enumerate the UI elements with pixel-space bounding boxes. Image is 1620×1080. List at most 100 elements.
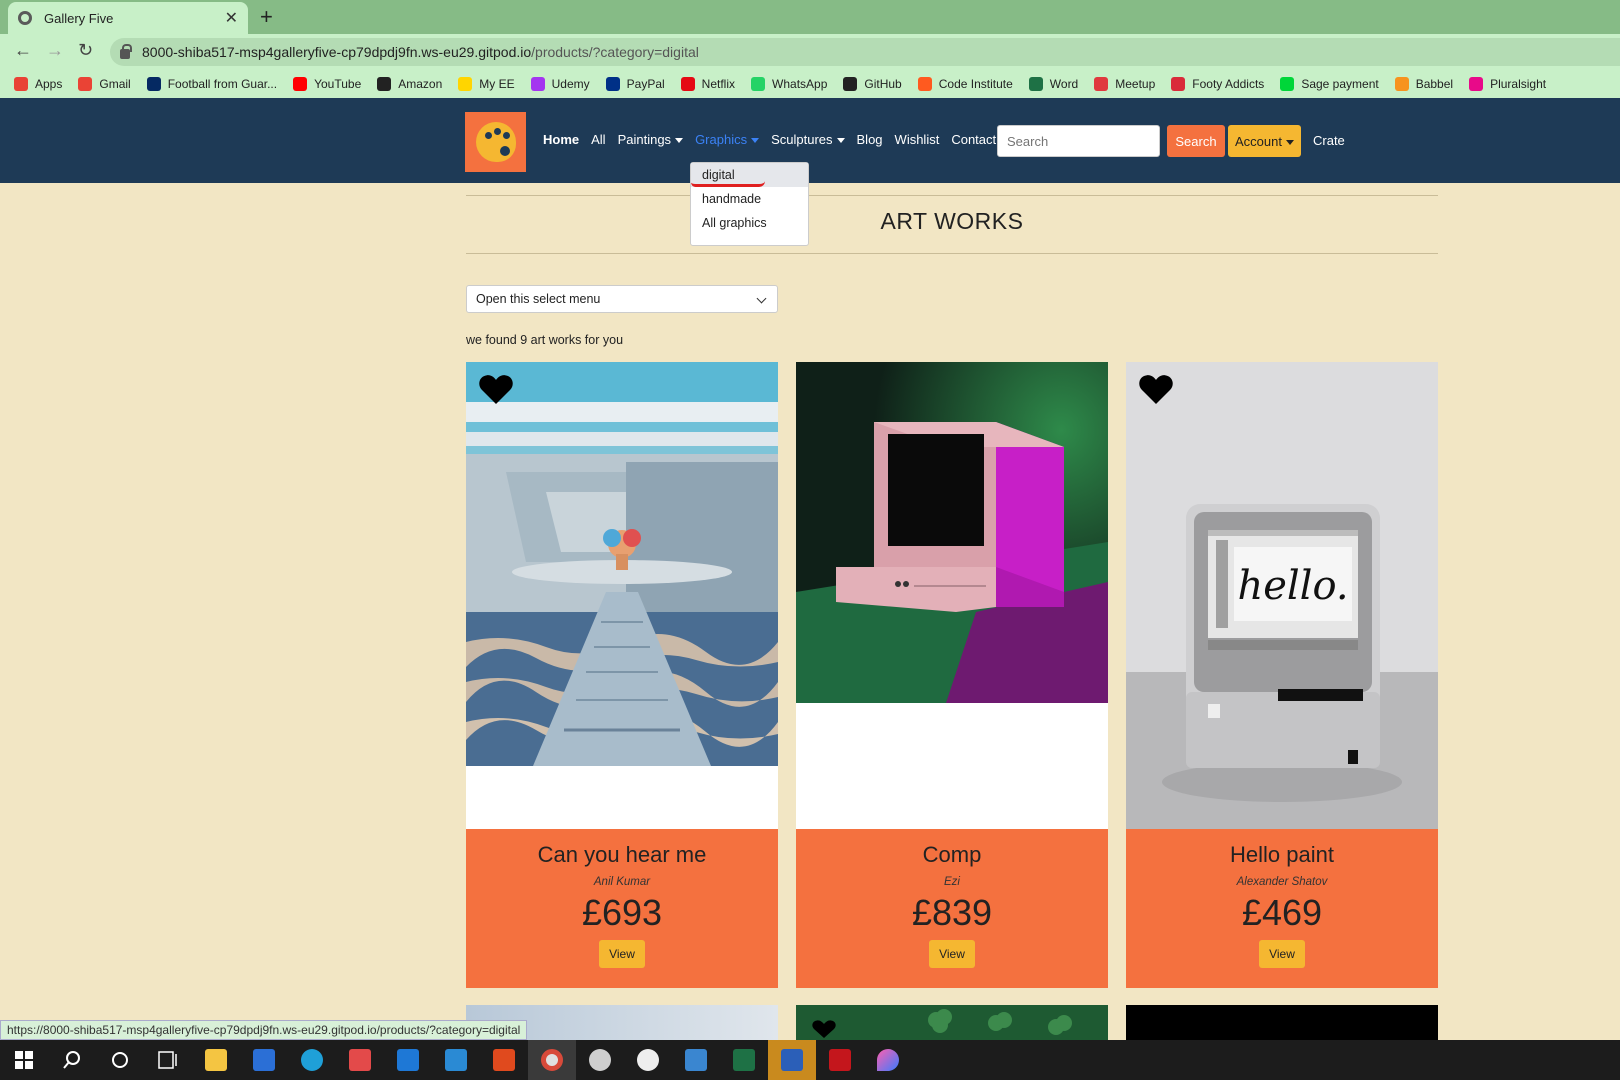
excel-icon[interactable] <box>720 1040 768 1080</box>
store-icon[interactable] <box>240 1040 288 1080</box>
file-explorer-icon[interactable] <box>192 1040 240 1080</box>
nav-wishlist[interactable]: Wishlist <box>895 132 940 147</box>
new-tab-icon[interactable]: + <box>260 4 273 30</box>
dropdown-item-digital[interactable]: digital <box>691 163 808 187</box>
bookmark-label: GitHub <box>864 77 902 91</box>
url-path: /products/?category=digital <box>531 44 699 60</box>
paint-drop-icon[interactable] <box>864 1040 912 1080</box>
bookmark-label: Amazon <box>398 77 443 91</box>
mail-icon[interactable] <box>384 1040 432 1080</box>
chrome-icon[interactable] <box>528 1040 576 1080</box>
bookmark-label: My EE <box>479 77 515 91</box>
artwork-image[interactable] <box>466 362 778 766</box>
lock-icon <box>120 44 132 59</box>
nav-contact[interactable]: Contact <box>951 132 996 147</box>
nav-blog[interactable]: Blog <box>857 132 883 147</box>
bookmark-item[interactable]: GitHub <box>843 77 902 91</box>
back-icon[interactable]: ← <box>14 40 32 61</box>
bookmark-favicon-icon <box>293 77 308 91</box>
bookmark-item[interactable]: Pluralsight <box>1469 77 1546 91</box>
screen-text: hello. <box>1237 563 1348 609</box>
view-button[interactable]: View <box>599 940 645 968</box>
nav-graphics[interactable]: Graphics <box>695 132 760 147</box>
nav-graphics-label: Graphics <box>695 132 748 147</box>
browser-tab-strip: Gallery Five ✕ + <box>0 0 1620 34</box>
bookmark-item[interactable]: Udemy <box>530 77 590 91</box>
dropdown-item-all-graphics[interactable]: All graphics <box>691 211 808 235</box>
bookmark-item[interactable]: My EE <box>458 77 515 91</box>
mcafee-icon[interactable] <box>816 1040 864 1080</box>
bookmark-favicon-icon <box>146 77 161 91</box>
reload-icon[interactable]: ↻ <box>78 40 93 61</box>
bookmark-label: Football from Guar... <box>167 77 278 91</box>
bookmark-item[interactable]: Code Institute <box>917 77 1013 91</box>
product-card: Comp Ezi £839 View <box>796 362 1108 988</box>
browser-tab[interactable]: Gallery Five ✕ <box>8 2 248 34</box>
bookmark-item[interactable]: Gmail <box>78 77 131 91</box>
account-label: Account <box>1235 133 1282 149</box>
account-button[interactable]: Account <box>1228 125 1301 157</box>
artwork-image[interactable]: hello. <box>1126 362 1438 829</box>
bookmark-item[interactable]: Footy Addicts <box>1171 77 1264 91</box>
nav-sculptures-label: Sculptures <box>771 132 833 147</box>
bookmark-favicon-icon <box>1280 77 1295 91</box>
bookmark-favicon-icon <box>751 77 766 91</box>
heart-icon[interactable] <box>478 372 514 406</box>
search-icon[interactable] <box>48 1040 96 1080</box>
dropdown-item-handmade[interactable]: handmade <box>691 187 808 211</box>
bookmark-favicon-icon <box>530 77 545 91</box>
site-logo[interactable] <box>465 112 526 172</box>
bookmark-item[interactable]: WhatsApp <box>751 77 827 91</box>
sort-select[interactable]: Open this select menu <box>466 285 778 313</box>
browser-toolbar: ← → ↻ 8000-shiba517-msp4galleryfive-cp79… <box>0 34 1620 70</box>
bookmark-item[interactable]: Apps <box>14 77 62 91</box>
forward-icon[interactable]: → <box>46 40 64 61</box>
product-artist: Alexander Shatov <box>1236 876 1328 888</box>
search-button[interactable]: Search <box>1167 125 1225 157</box>
bookmark-label: Babbel <box>1415 77 1454 91</box>
bookmark-item[interactable]: Babbel <box>1394 77 1454 91</box>
product-price: £693 <box>581 892 663 933</box>
bookmark-item[interactable]: PayPal <box>605 77 665 91</box>
divider <box>466 195 1438 196</box>
nav-all[interactable]: All <box>591 132 605 147</box>
bookmark-item[interactable]: Amazon <box>377 77 442 91</box>
nav-paintings-label: Paintings <box>617 132 672 147</box>
cortana-icon[interactable] <box>96 1040 144 1080</box>
bookmark-label: Word <box>1049 77 1079 91</box>
bookmark-item[interactable]: Meetup <box>1094 77 1155 91</box>
heart-icon[interactable] <box>1138 372 1174 406</box>
card-body: Can you hear me Anil Kumar £693 View <box>466 829 778 988</box>
nav-paintings[interactable]: Paintings <box>617 132 684 147</box>
bookmark-item[interactable]: Word <box>1028 77 1079 91</box>
bookmark-favicon-icon <box>1469 77 1484 91</box>
bookmark-label: Meetup <box>1115 77 1156 91</box>
bookmark-item[interactable]: YouTube <box>293 77 361 91</box>
slack-icon[interactable] <box>576 1040 624 1080</box>
search-input[interactable] <box>997 125 1160 157</box>
product-card: hello. Hello paint Alexander Shatov £469… <box>1126 362 1438 988</box>
nav-home[interactable]: Home <box>543 132 579 147</box>
nav-sculptures[interactable]: Sculptures <box>771 132 845 147</box>
emoji-app-icon[interactable] <box>624 1040 672 1080</box>
bookmark-item[interactable]: Sage payment <box>1280 77 1379 91</box>
close-icon[interactable]: ✕ <box>225 8 238 28</box>
address-bar[interactable]: 8000-shiba517-msp4galleryfive-cp79dpdj9f… <box>110 38 1620 66</box>
vscode-icon[interactable] <box>432 1040 480 1080</box>
page-title: ART WORKS <box>880 208 1024 234</box>
bookmark-favicon-icon <box>605 77 620 91</box>
edge-icon[interactable] <box>288 1040 336 1080</box>
task-view-icon[interactable] <box>144 1040 192 1080</box>
gift-icon[interactable] <box>336 1040 384 1080</box>
bookmark-item[interactable]: Netflix <box>680 77 735 91</box>
nav-crate[interactable]: Crate <box>1313 133 1345 148</box>
photos-icon[interactable] <box>672 1040 720 1080</box>
start-icon[interactable] <box>0 1040 48 1080</box>
security-shield-icon[interactable] <box>768 1040 816 1080</box>
office-icon[interactable] <box>480 1040 528 1080</box>
bookmark-label: Apps <box>35 77 63 91</box>
view-button[interactable]: View <box>929 940 975 968</box>
bookmark-item[interactable]: Football from Guar... <box>146 77 278 91</box>
artwork-image[interactable] <box>796 362 1108 703</box>
view-button[interactable]: View <box>1259 940 1305 968</box>
